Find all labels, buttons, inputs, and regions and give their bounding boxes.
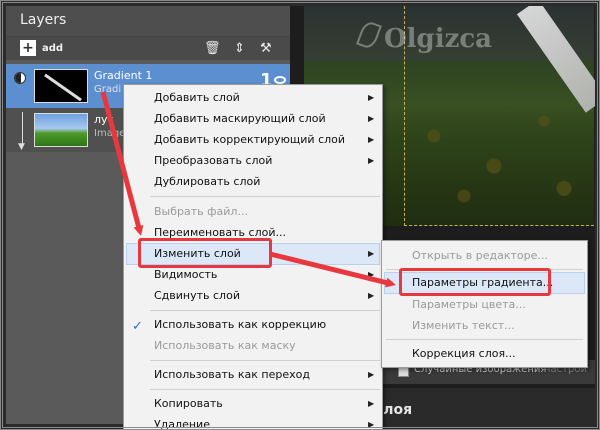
watermark: Olgizca <box>384 24 493 54</box>
menu-separator <box>150 310 380 311</box>
submenu-arrow-icon: ▶ <box>368 420 375 429</box>
menu-item-copy[interactable]: Копировать <box>154 397 223 410</box>
menu-item-add-layer[interactable]: Добавить слой <box>154 91 240 104</box>
menu-item-add-mask-layer[interactable]: Добавить маскирующий слой <box>154 112 326 125</box>
trash-icon[interactable]: 🗑 <box>204 41 221 56</box>
gradient-thumbnail <box>34 69 88 103</box>
menu-separator <box>386 339 583 340</box>
menu-item-select-file: Выбрать файл... <box>154 205 248 218</box>
highlight-box-edit-layer <box>138 238 272 268</box>
submenu-arrow-icon: ▶ <box>368 270 375 279</box>
highlight-box-gradient-settings <box>399 268 551 296</box>
menu-item-use-as-transition[interactable]: Использовать как переход <box>154 368 310 381</box>
submenu-arrow-icon: ▶ <box>368 370 375 379</box>
submenu-item-layer-correction[interactable]: Коррекция слоя... <box>412 347 516 360</box>
menu-item-use-as-correction[interactable]: Использовать как коррекцию <box>154 318 326 331</box>
menu-separator <box>150 196 380 197</box>
menu-item-visibility[interactable]: Видимость <box>154 268 217 281</box>
layer-name: луг <box>94 113 114 126</box>
layers-toolbar: + add 🗑 ⇕ ⚒ <box>6 36 290 60</box>
panel-header: Layers <box>6 6 290 36</box>
image-thumbnail <box>34 113 88 147</box>
plus-icon: + <box>20 40 36 56</box>
layer-name: Gradient 1 <box>94 69 153 82</box>
down-arrow-icon: ▼ <box>18 142 25 152</box>
submenu-arrow-icon: ▶ <box>368 291 375 300</box>
submenu-item-color-settings: Параметры цвета... <box>412 298 526 311</box>
menu-item-add-adjustment-layer[interactable]: Добавить корректирующий слой <box>154 133 345 146</box>
add-label: add <box>42 42 64 54</box>
menu-item-move-layer[interactable]: Сдвинуть слой <box>154 289 240 302</box>
panel-title: Layers <box>20 12 67 28</box>
layer-type: Gradi <box>94 84 122 95</box>
menu-item-duplicate-layer[interactable]: Дублировать слой <box>154 175 260 188</box>
submenu-arrow-icon: ▶ <box>368 156 375 165</box>
tools-icon[interactable]: ⚒ <box>260 41 272 56</box>
submenu-arrow-icon: ▶ <box>368 93 375 102</box>
layer-type: Image <box>94 128 126 139</box>
menu-item-delete[interactable]: Удаление <box>154 418 210 430</box>
submenu-arrow-icon: ▶ <box>368 114 375 123</box>
submenu-item-edit-text: Изменить текст... <box>412 319 515 332</box>
menu-separator <box>150 389 380 390</box>
menu-item-use-as-mask: Использовать как маску <box>154 339 296 352</box>
submenu-item-open-editor: Открыть в редакторе... <box>412 249 548 262</box>
eye-icon[interactable] <box>274 76 286 84</box>
submenu-arrow-icon: ▶ <box>368 135 375 144</box>
adjustment-mode-icon[interactable] <box>14 72 26 84</box>
layer-link-line <box>22 112 23 146</box>
submenu-arrow-icon: ▶ <box>368 399 375 408</box>
menu-separator <box>150 360 380 361</box>
move-updown-icon[interactable]: ⇕ <box>234 41 245 56</box>
checkmark-icon: ✓ <box>132 319 143 334</box>
add-layer-button[interactable]: + add <box>20 40 63 56</box>
menu-item-convert-layer[interactable]: Преобразовать слой <box>154 154 272 167</box>
edit-layer-submenu: Открыть в редакторе... Параметры градиен… <box>381 240 588 368</box>
submenu-arrow-icon: ▶ <box>368 249 375 258</box>
